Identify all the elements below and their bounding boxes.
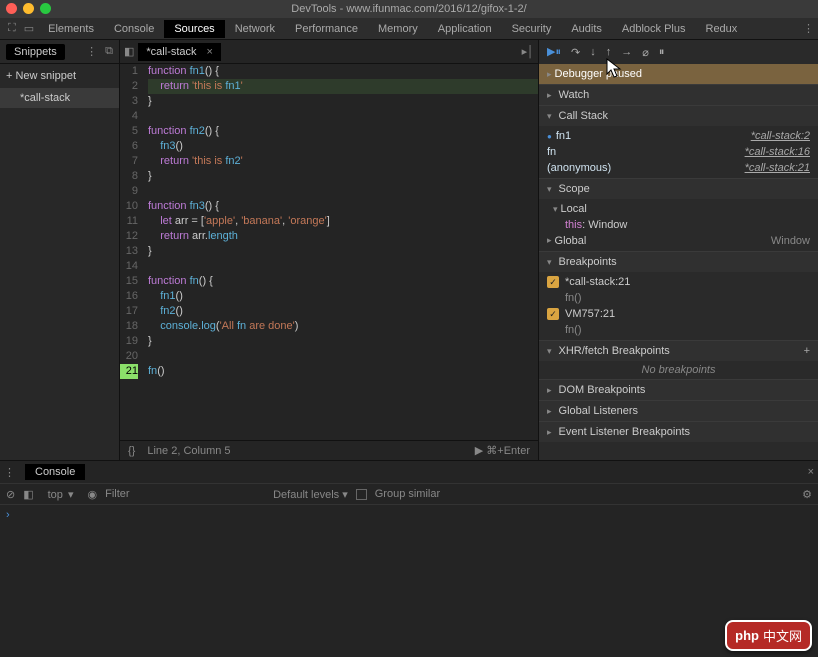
chevron-right-icon — [547, 68, 555, 80]
callstack-frame[interactable]: fn1*call-stack:2 — [539, 128, 818, 144]
xhr-breakpoints-section[interactable]: XHR/fetch Breakpoints+ — [539, 341, 818, 361]
navigator-more-icon[interactable]: ⋮ — [86, 45, 97, 58]
step-icon[interactable]: → — [621, 46, 632, 58]
console-tab[interactable]: Console — [25, 464, 85, 480]
eye-icon[interactable]: ◉ — [88, 488, 98, 501]
watch-section[interactable]: Watch — [539, 85, 818, 105]
log-levels-select[interactable]: Default levels ▾ — [273, 488, 348, 501]
console-sidebar-icon[interactable]: ◧ — [23, 488, 33, 501]
cursor-position: Line 2, Column 5 — [147, 445, 230, 457]
console-prompt-icon: › — [6, 509, 10, 521]
main-tabs: ⛶ ▭ Elements Console Sources Network Per… — [0, 18, 818, 40]
device-toggle-icon[interactable]: ▭ — [20, 20, 38, 37]
close-icon[interactable]: × — [207, 46, 213, 58]
code-editor[interactable]: function fn1() { return 'this is fn1'} f… — [144, 64, 538, 440]
scope-section[interactable]: Scope — [539, 179, 818, 199]
global-listeners-section[interactable]: Global Listeners — [539, 401, 818, 421]
tab-redux[interactable]: Redux — [696, 20, 748, 38]
callstack-frame[interactable]: fn*call-stack:16 — [539, 144, 818, 160]
dom-breakpoints-section[interactable]: DOM Breakpoints — [539, 380, 818, 400]
callstack-section[interactable]: Call Stack — [539, 106, 818, 126]
breakpoint-sub: fn() — [539, 322, 818, 338]
inspect-icon[interactable]: ⛶ — [4, 20, 20, 37]
breakpoint-item[interactable]: ✓VM757:21 — [539, 306, 818, 322]
no-breakpoints-label: No breakpoints — [539, 361, 818, 379]
tab-adblock[interactable]: Adblock Plus — [612, 20, 696, 38]
new-snippet-button[interactable]: + New snippet — [0, 64, 119, 88]
add-xhr-bp-icon[interactable]: + — [804, 345, 810, 357]
tab-security[interactable]: Security — [502, 20, 562, 38]
console-body[interactable]: › — [0, 505, 818, 655]
snippet-item[interactable]: *call-stack — [0, 88, 119, 108]
group-similar-checkbox[interactable] — [356, 489, 367, 500]
tab-elements[interactable]: Elements — [38, 20, 104, 38]
console-drawer: ⋮ Console × ⊘ ◧ top ▾ ◉ Filter Default l… — [0, 460, 818, 655]
scope-local[interactable]: Local — [539, 201, 818, 217]
minimize-window-icon[interactable] — [23, 3, 34, 14]
file-tabs-toggle-icon[interactable]: ◧ — [124, 45, 134, 58]
tab-performance[interactable]: Performance — [285, 20, 368, 38]
line-gutter[interactable]: 123456789101112131415161718192021 — [120, 64, 144, 440]
step-out-icon[interactable]: ↑ — [606, 46, 612, 58]
bp-checkbox[interactable]: ✓ — [547, 308, 559, 320]
window-controls — [6, 3, 51, 14]
snippets-tab[interactable]: Snippets — [6, 44, 65, 60]
breakpoint-sub: fn() — [539, 290, 818, 306]
console-clear-icon[interactable]: ⊘ — [6, 488, 15, 501]
event-listener-bp-section[interactable]: Event Listener Breakpoints — [539, 422, 818, 442]
file-tab[interactable]: *call-stack × — [138, 43, 221, 61]
tab-sources[interactable]: Sources — [164, 20, 224, 38]
tab-memory[interactable]: Memory — [368, 20, 428, 38]
run-hint: ▶ ⌘+Enter — [475, 444, 530, 457]
navigator-collapse-icon[interactable]: ⧉ — [105, 45, 113, 58]
maximize-window-icon[interactable] — [40, 3, 51, 14]
callstack-frame[interactable]: (anonymous)*call-stack:21 — [539, 160, 818, 176]
deactivate-bp-icon[interactable]: ⌀ — [642, 46, 649, 59]
debugger-paused-banner: Debugger paused — [539, 64, 818, 84]
editor-status-bar: {} Line 2, Column 5 ▶ ⌘+Enter — [120, 440, 538, 460]
tab-network[interactable]: Network — [225, 20, 285, 38]
close-window-icon[interactable] — [6, 3, 17, 14]
resume-icon[interactable]: ▶⏸ — [547, 45, 561, 59]
pause-exceptions-icon[interactable]: ⏸ — [659, 46, 665, 59]
file-tab-label: *call-stack — [146, 46, 196, 58]
watermark-logo: php中文网 — [725, 620, 812, 651]
status-braces[interactable]: {} — [128, 445, 135, 457]
bp-checkbox[interactable]: ✓ — [547, 276, 559, 288]
group-similar-label: Group similar — [375, 488, 440, 500]
console-settings-icon[interactable]: ⚙ — [802, 488, 812, 501]
step-into-icon[interactable]: ↓ — [590, 46, 596, 58]
console-drawer-kebab-icon[interactable]: ⋮ — [4, 466, 15, 479]
scope-global[interactable]: GlobalWindow — [539, 233, 818, 249]
debugger-panel: ▶⏸ ↷ ↓ ↑ → ⌀ ⏸ Debugger paused Watch Cal… — [538, 40, 818, 460]
breakpoint-item[interactable]: ✓*call-stack:21 — [539, 274, 818, 290]
breakpoints-section[interactable]: Breakpoints — [539, 252, 818, 272]
tab-application[interactable]: Application — [428, 20, 502, 38]
editor-panel: ◧ *call-stack × ▸│ 123456789101112131415… — [120, 40, 538, 460]
file-tabs-right-toggle-icon[interactable]: ▸│ — [522, 45, 534, 58]
console-filter-input[interactable]: Filter — [105, 488, 265, 500]
tab-console[interactable]: Console — [104, 20, 164, 38]
titlebar: DevTools - www.ifunmac.com/2016/12/gifox… — [0, 0, 818, 18]
kebab-icon[interactable]: ⋮ — [797, 22, 814, 35]
step-over-icon[interactable]: ↷ — [571, 46, 580, 59]
tab-audits[interactable]: Audits — [561, 20, 612, 38]
console-close-icon[interactable]: × — [808, 466, 814, 478]
navigator-panel: Snippets ⋮ ⧉ + New snippet *call-stack — [0, 40, 120, 460]
scope-this[interactable]: this: Window — [539, 217, 818, 233]
context-select[interactable]: top ▾ — [42, 488, 80, 501]
